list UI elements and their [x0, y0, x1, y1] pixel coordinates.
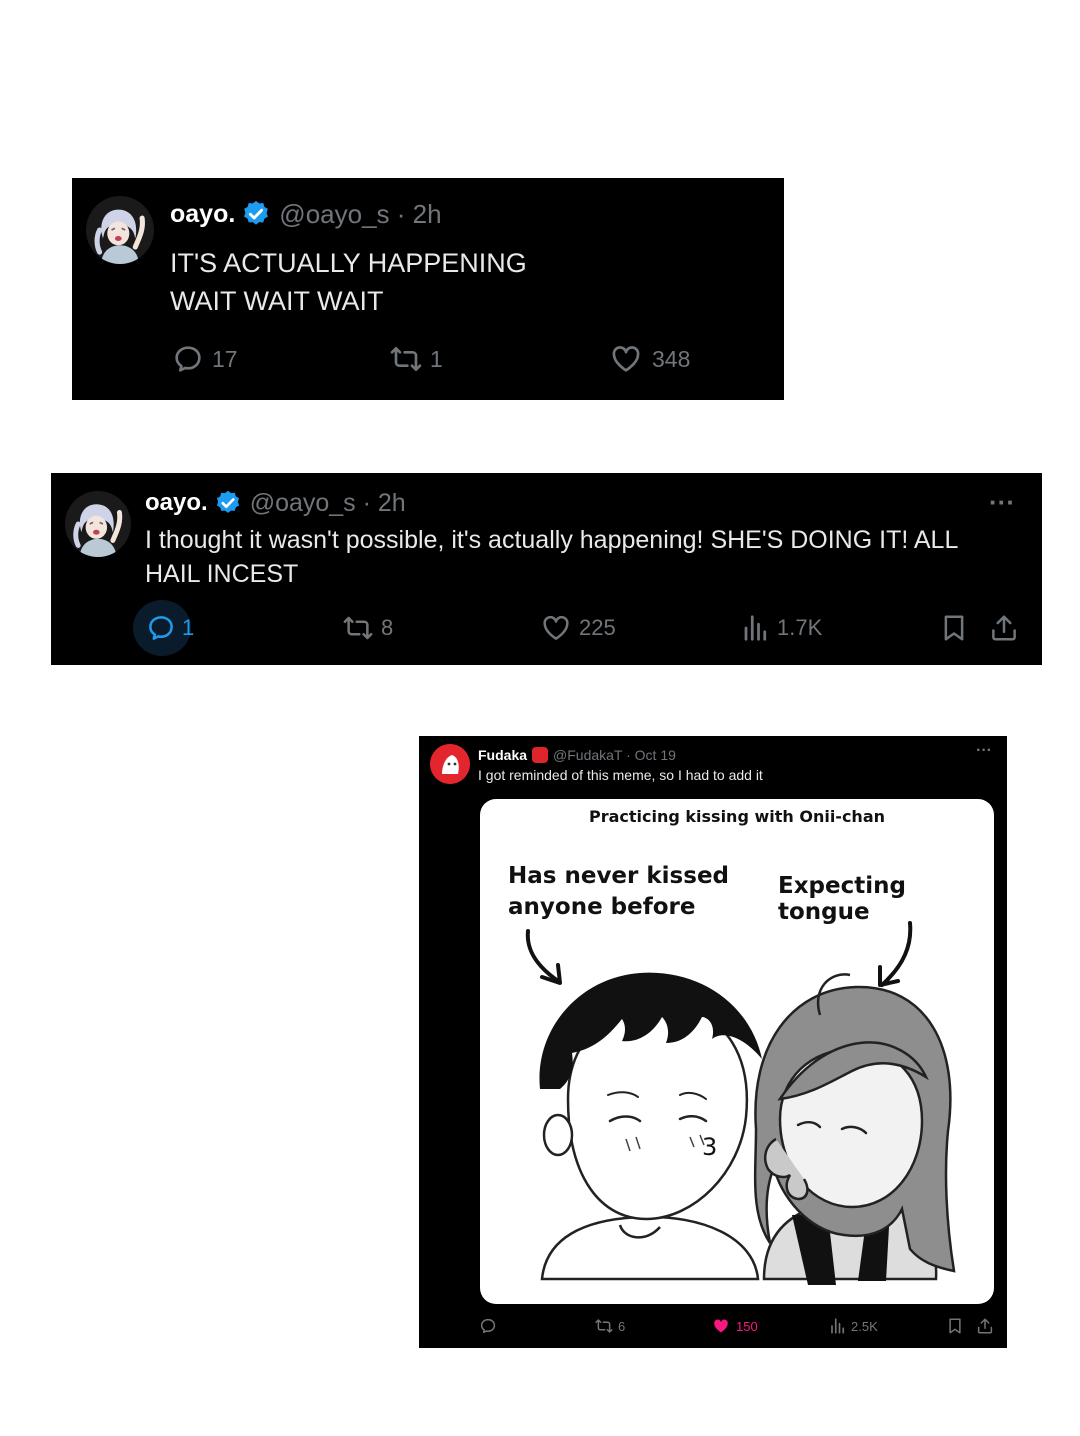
tweet-text: I got reminded of this meme, so I had to…	[478, 767, 763, 783]
display-name[interactable]: oayo.	[170, 200, 235, 229]
avatar[interactable]	[86, 196, 154, 264]
bookmark-button[interactable]	[939, 613, 969, 643]
more-options-button[interactable]: ···	[976, 742, 992, 760]
handle-time[interactable]: @FudakaT · Oct 19	[553, 747, 676, 763]
repost-button[interactable]: 8	[341, 613, 393, 643]
repost-count: 1	[430, 345, 443, 372]
like-button[interactable]: 150	[711, 1317, 758, 1335]
display-name[interactable]: Fudaka	[478, 747, 527, 763]
tweet-text-line: WAIT WAIT WAIT	[170, 286, 384, 316]
like-button[interactable]: 348	[610, 343, 690, 375]
tweet-text: I thought it wasn't possible, it's actua…	[145, 523, 958, 591]
like-button[interactable]: 225	[541, 613, 616, 643]
tweet-text: IT'S ACTUALLY HAPPENING WAIT WAIT WAIT	[170, 244, 527, 320]
share-button[interactable]	[989, 613, 1019, 643]
views-button[interactable]: 1.7K	[741, 613, 822, 643]
reply-icon	[146, 613, 176, 643]
meme-kiss-mark: 3	[702, 1133, 717, 1161]
reply-button[interactable]: 1	[133, 600, 194, 656]
tweet-text-line: IT'S ACTUALLY HAPPENING	[170, 248, 527, 278]
share-button[interactable]	[976, 1317, 994, 1335]
tweet-card-2[interactable]: oayo. @oayo_s · 2h ··· I thought it wasn…	[51, 473, 1042, 665]
verified-badge-icon	[214, 489, 242, 517]
heart-icon	[711, 1317, 731, 1335]
like-count: 225	[579, 615, 616, 640]
like-count: 150	[736, 1318, 758, 1334]
tweet-header: Fudaka @FudakaT · Oct 19	[478, 745, 676, 765]
tweet-header: oayo. @oayo_s · 2h	[170, 198, 442, 230]
reply-count: 17	[212, 345, 238, 372]
repost-count: 6	[618, 1318, 626, 1334]
repost-button[interactable]: 6	[594, 1317, 625, 1335]
views-count: 2.5K	[851, 1318, 878, 1334]
views-icon	[741, 613, 771, 643]
tweet-header: oayo. @oayo_s · 2h	[145, 487, 406, 519]
repost-icon	[594, 1317, 614, 1335]
handle-time[interactable]: @oayo_s · 2h	[250, 489, 406, 518]
repost-icon	[388, 343, 424, 375]
repost-button[interactable]: 1	[388, 343, 443, 375]
bookmark-button[interactable]	[946, 1317, 964, 1335]
more-options-button[interactable]: ···	[989, 487, 1015, 518]
avatar[interactable]	[430, 744, 470, 784]
views-icon	[829, 1317, 847, 1335]
arrow-right-icon	[880, 921, 913, 987]
reply-button[interactable]	[479, 1317, 497, 1335]
display-name[interactable]: oayo.	[145, 489, 208, 517]
tweet-card-1[interactable]: oayo. @oayo_s · 2h IT'S ACTUALLY HAPPENI…	[72, 178, 784, 400]
repost-icon	[341, 613, 375, 643]
share-icon	[976, 1317, 994, 1335]
reply-button[interactable]: 17	[172, 343, 238, 375]
reply-count: 1	[182, 615, 195, 640]
bookmark-icon	[946, 1317, 964, 1335]
boy-figure	[539, 972, 762, 1281]
views-count: 1.7K	[777, 615, 823, 640]
tweet-text-line: I thought it wasn't possible, it's actua…	[145, 526, 959, 554]
verified-badge-icon	[241, 199, 271, 229]
reply-icon	[172, 343, 204, 375]
tweet-text-line: HAIL INCEST	[145, 560, 299, 588]
repost-count: 8	[381, 615, 394, 640]
meme-illustration: 3	[525, 921, 956, 1285]
handle-time[interactable]: @oayo_s · 2h	[279, 199, 441, 230]
share-icon	[989, 613, 1019, 643]
heart-icon	[610, 343, 642, 375]
bookmark-icon	[939, 613, 969, 643]
heart-icon	[541, 613, 571, 643]
meme-image[interactable]: Practicing kissing with Onii-chan Has ne…	[480, 799, 994, 1304]
avatar[interactable]	[65, 491, 131, 557]
views-button[interactable]: 2.5K	[829, 1317, 878, 1335]
arrow-left-icon	[525, 929, 560, 983]
girl-figure	[753, 973, 956, 1285]
reply-icon	[479, 1317, 497, 1335]
emoji-icon	[532, 747, 549, 763]
like-count: 348	[652, 345, 691, 372]
